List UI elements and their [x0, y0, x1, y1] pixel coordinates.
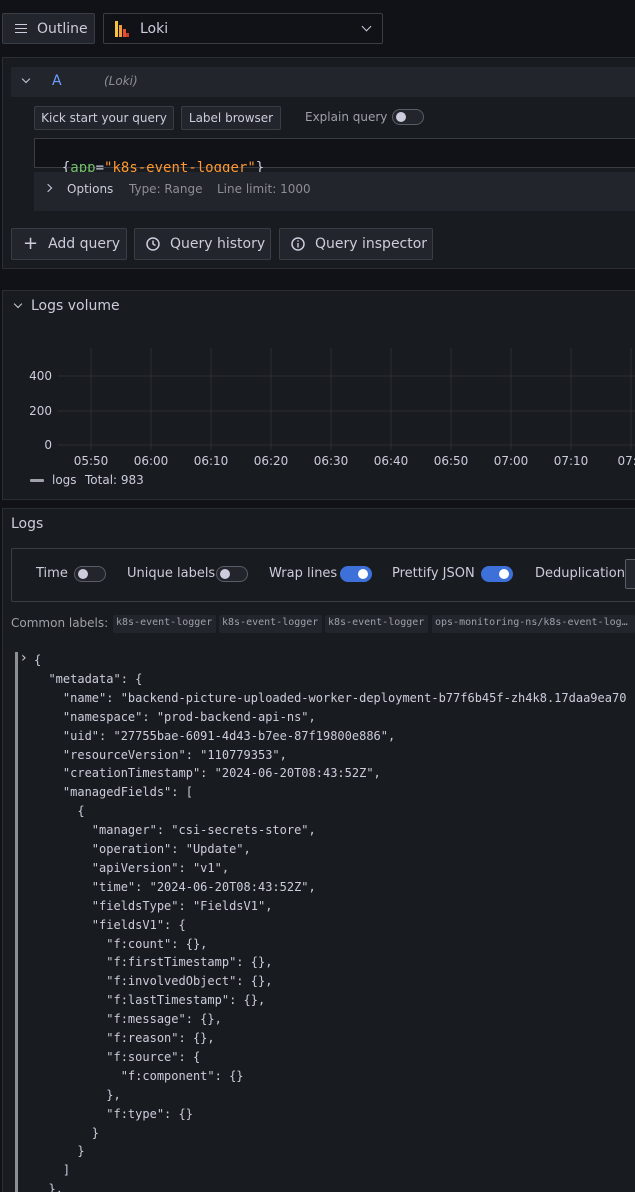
log-line: "time": "2024-06-20T08:43:52Z", — [34, 879, 316, 894]
x-tick-label: 06:40 — [374, 454, 409, 468]
list-icon — [15, 23, 27, 34]
prettify-json-toggle[interactable] — [481, 566, 513, 582]
info-icon — [291, 237, 305, 251]
log-line: } — [34, 1125, 100, 1140]
common-label-chip: k8s-event-logger — [113, 615, 216, 633]
deduplication-select[interactable] — [625, 559, 635, 589]
log-level-bar — [15, 652, 18, 1192]
x-tick-label: 07:00 — [494, 454, 529, 468]
x-tick-label: 06:20 — [254, 454, 289, 468]
legend-total: Total: 983 — [85, 473, 144, 487]
log-line: }, — [34, 1182, 63, 1192]
datasource-picker[interactable]: Loki — [103, 13, 383, 44]
log-line: "fieldsV1": { — [34, 917, 186, 932]
log-line: "name": "backend-picture-uploaded-worker… — [34, 690, 627, 705]
common-label-chip: ops-monitoring-ns/k8s-event-log… — [432, 615, 635, 633]
log-line: "creationTimestamp": "2024-06-20T08:43:5… — [34, 766, 381, 781]
expand-log-row-icon[interactable]: › — [21, 650, 27, 666]
unique-labels-toggle-label: Unique labels — [127, 566, 216, 581]
log-line: { — [34, 804, 85, 819]
time-toggle-label: Time — [36, 566, 68, 581]
y-tick-label: 200 — [29, 404, 52, 418]
query-options-row[interactable] — [34, 172, 635, 211]
log-line: }, — [34, 1087, 121, 1102]
log-line: "operation": "Update", — [34, 842, 251, 856]
wrap-lines-toggle[interactable] — [340, 566, 372, 582]
common-label-chip: k8s-event-logger — [219, 615, 322, 633]
log-line: "f:message": {}, — [34, 1012, 222, 1027]
query-inspector-button[interactable]: Query inspector — [279, 228, 433, 260]
query-history-label: Query history — [170, 236, 266, 252]
y-tick-label: 0 — [44, 438, 52, 452]
log-line: "f:involvedObject": {}, — [34, 974, 273, 989]
log-line: "apiVersion": "v1", — [34, 860, 230, 875]
explain-query-toggle[interactable] — [392, 109, 424, 125]
log-line: "namespace": "prod-backend-api-ns", — [34, 709, 316, 724]
options-line-limit: Line limit: 1000 — [217, 182, 311, 196]
outline-label: Outline — [37, 20, 88, 37]
log-line: "f:source": { — [34, 1049, 201, 1064]
wrap-lines-toggle-label: Wrap lines — [269, 566, 338, 581]
log-line: "manager": "csi-secrets-store", — [34, 823, 316, 838]
log-line: "f:type": {} — [34, 1106, 193, 1121]
log-line: "f:firstTimestamp": {}, — [34, 955, 273, 970]
common-label-chip: k8s-event-logger — [325, 615, 428, 633]
options-label: Options — [67, 182, 114, 196]
x-tick-label: 06:00 — [134, 454, 169, 468]
log-line: { — [34, 653, 42, 667]
query-input[interactable]: {app="k8s-event-logger"} — [34, 138, 635, 176]
history-icon — [146, 237, 160, 251]
log-line: "uid": "27755bae-6091-4d43-b7ee-87f19800… — [34, 728, 396, 743]
outline-button[interactable]: Outline — [2, 13, 95, 44]
log-line: "resourceVersion": "110779353", — [34, 747, 287, 762]
logs-volume-title: Logs volume — [31, 298, 120, 314]
x-tick-label: 06:30 — [314, 454, 349, 468]
log-line: "f:count": {}, — [34, 936, 208, 951]
add-query-label: Add query — [48, 236, 121, 252]
y-tick-label: 400 — [29, 369, 52, 383]
log-line: "managedFields": [ — [34, 785, 193, 800]
query-history-button[interactable]: Query history — [134, 228, 271, 260]
unique-labels-toggle[interactable] — [216, 566, 248, 582]
options-type: Type: Range — [129, 182, 203, 196]
add-query-button[interactable]: + Add query — [11, 228, 127, 260]
log-line: "f:component": {} — [34, 1068, 244, 1083]
prettify-json-toggle-label: Prettify JSON — [392, 566, 475, 581]
loki-logo-icon — [115, 20, 129, 37]
log-line: "f:lastTimestamp": {}, — [34, 993, 266, 1008]
label-browser-button[interactable]: Label browser — [181, 106, 281, 130]
query-ref-id[interactable]: A — [52, 73, 62, 89]
time-toggle[interactable] — [74, 566, 106, 582]
log-line: "fieldsType": "FieldsV1", — [34, 898, 273, 913]
datasource-name: Loki — [140, 20, 169, 37]
deduplication-label: Deduplication — [535, 566, 625, 581]
log-line: "metadata": { — [34, 671, 143, 686]
x-tick-label: 07:2 — [618, 454, 635, 468]
log-line: "f:reason": {}, — [34, 1031, 215, 1045]
log-row[interactable]: { "metadata": { "name": "backend-picture… — [34, 651, 635, 1192]
chevron-down-icon — [361, 21, 372, 32]
label-browser-label: Label browser — [188, 111, 274, 125]
kick-start-button[interactable]: Kick start your query — [34, 106, 174, 130]
x-tick-label: 06:10 — [194, 454, 229, 468]
query-inspector-label: Query inspector — [315, 236, 428, 252]
query-datasource-hint: (Loki) — [104, 74, 138, 88]
logs-title: Logs — [11, 516, 44, 532]
log-line: ] — [34, 1163, 71, 1178]
kick-start-label: Kick start your query — [41, 111, 167, 125]
x-tick-label: 07:10 — [554, 454, 589, 468]
x-tick-label: 05:50 — [74, 454, 109, 468]
logs-volume-chart: 400 200 0 05:50 06:00 06:10 06:20 06:30 06:40 06:… — [29, 348, 635, 468]
log-line: } — [34, 1144, 85, 1159]
legend-swatch — [30, 479, 44, 482]
common-labels-label: Common labels: — [11, 616, 109, 630]
x-tick-label: 06:50 — [434, 454, 469, 468]
legend-series-name: logs — [52, 473, 77, 487]
explain-query-label: Explain query — [305, 110, 388, 124]
plus-icon: + — [23, 233, 39, 254]
